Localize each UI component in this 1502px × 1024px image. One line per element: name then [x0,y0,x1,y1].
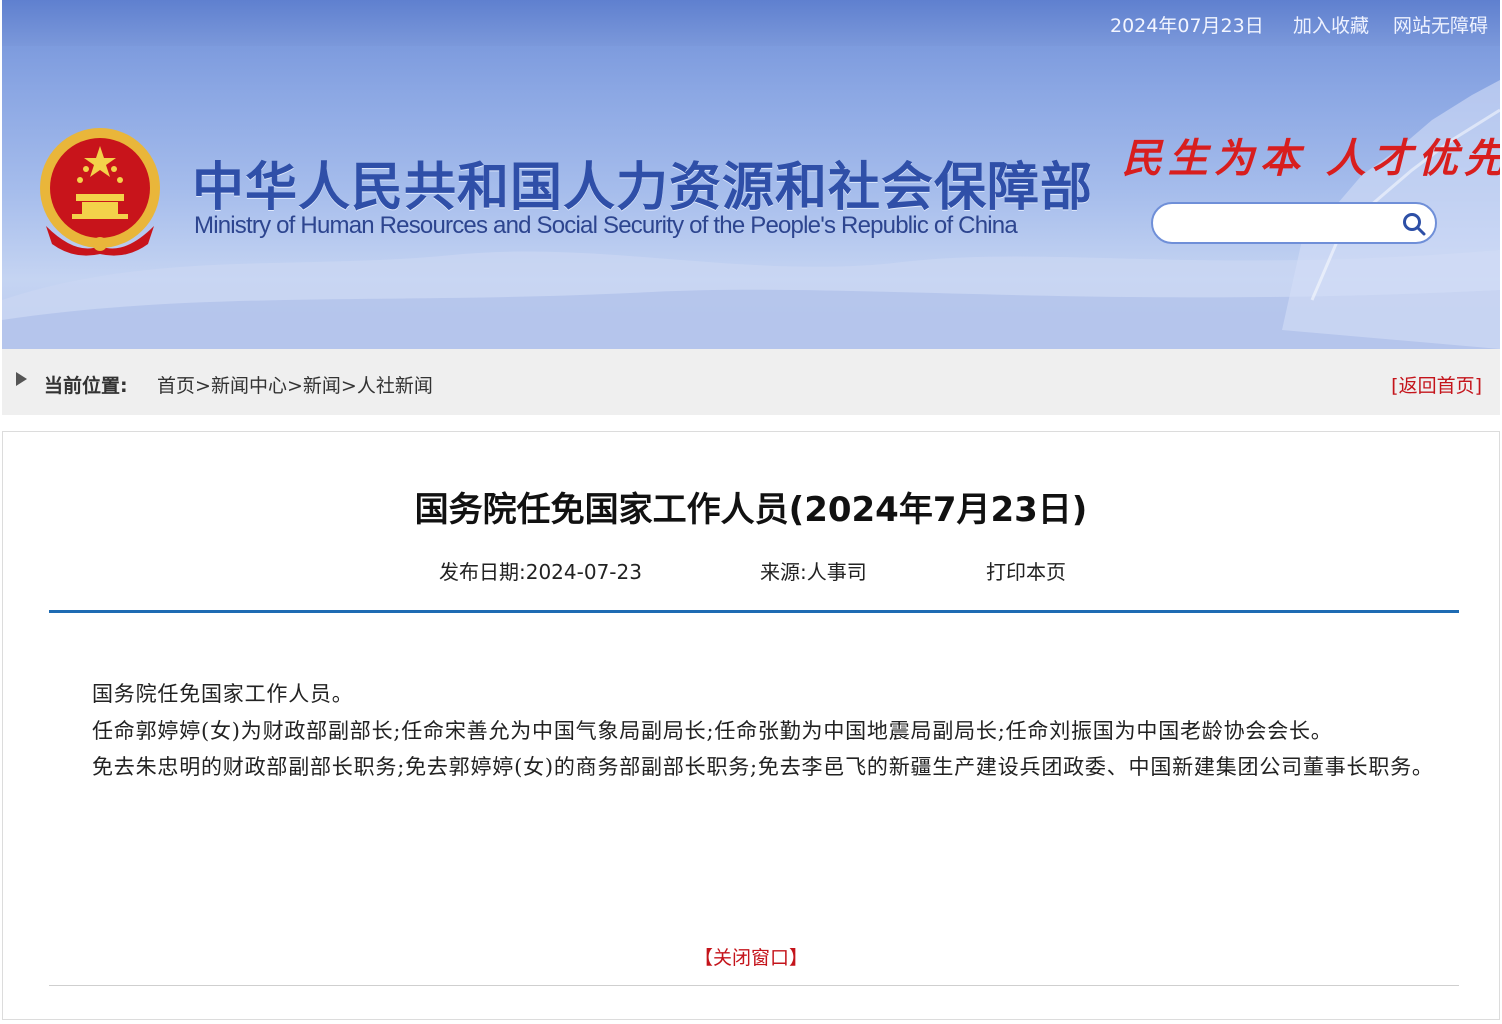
national-emblem-icon [40,128,160,256]
breadcrumb-separator: > [195,375,211,397]
print-page-link[interactable]: 打印本页 [986,556,1066,585]
article-paragraph: 任命郭婷婷(女)为财政部副部长;任命宋善允为中国气象局副局长;任命张勤为中国地震… [92,718,1333,743]
breadcrumb-path: 首页>新闻中心>新闻>人社新闻 [157,371,433,398]
publish-date: 发布日期:2024-07-23 [439,560,642,584]
return-home-link[interactable]: [返回首页] [1391,371,1482,398]
ministry-title-en: Ministry of Human Resources and Social S… [194,212,1018,239]
breadcrumb-item-home[interactable]: 首页 [157,375,195,397]
ministry-title-cn: 中华人民共和国人力资源和社会保障部 [192,158,1094,218]
breadcrumb-item-hr-news[interactable]: 人社新闻 [357,375,433,397]
search-box [1151,202,1437,244]
search-icon[interactable] [1401,211,1427,237]
article-source: 来源:人事司 [760,560,867,584]
top-utility-bar: 2024年07月23日 加入收藏 网站无障碍 [2,0,1500,46]
slogan: 民生为本 人才优先 [1122,135,1500,182]
breadcrumb-separator: > [286,375,303,397]
search-input[interactable] [1167,212,1401,236]
current-date: 2024年07月23日 [1110,15,1264,37]
article-paragraph: 免去朱忠明的财政部副部长职务;免去郭婷婷(女)的商务部副部长职务;免去李邑飞的新… [92,755,1434,779]
site-header: 2024年07月23日 加入收藏 网站无障碍 中华人民共和国人力资源和社会保障部… [2,0,1500,349]
add-bookmark-link[interactable]: 加入收藏 [1293,11,1369,38]
play-arrow-icon [16,372,27,386]
article-title: 国务院任免国家工作人员(2024年7月23日) [414,490,1088,530]
accessibility-link[interactable]: 网站无障碍 [1393,11,1488,38]
title-divider [49,610,1459,613]
breadcrumb-separator: > [340,375,357,397]
breadcrumb-item-news[interactable]: 新闻 [303,375,341,397]
bottom-divider [49,985,1459,986]
breadcrumb-item-news-center[interactable]: 新闻中心 [211,375,287,397]
article-body: 国务院任免国家工作人员。 任命郭婷婷(女)为财政部副部长;任命宋善允为中国气象局… [50,676,1445,786]
close-window-link[interactable]: 【关闭窗口】 [3,943,1499,970]
breadcrumb: 当前位置: 首页>新闻中心>新闻>人社新闻 [返回首页] [2,349,1500,415]
article-panel: 国务院任免国家工作人员(2024年7月23日) 发布日期:2024-07-23 … [2,431,1500,1020]
breadcrumb-label: 当前位置: [44,375,128,397]
article-paragraph: 国务院任免国家工作人员。 [92,682,354,706]
